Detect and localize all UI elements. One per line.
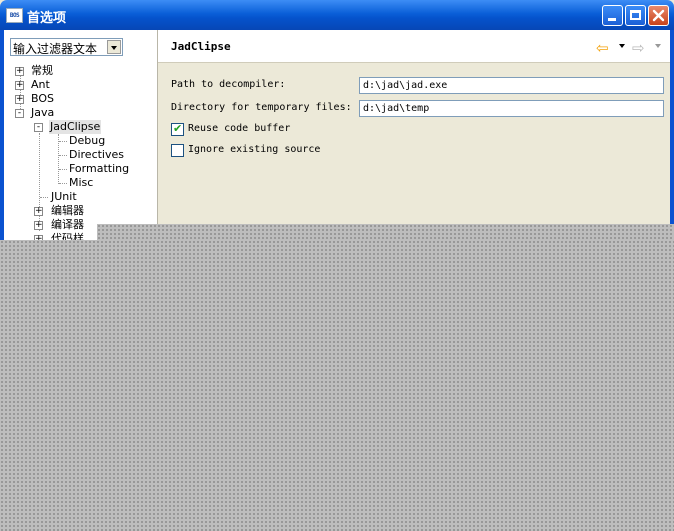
close-icon (652, 9, 665, 22)
tree-item-label: 编辑器 (51, 204, 84, 217)
window-title: 首选项 (27, 11, 67, 26)
back-arrow-icon[interactable]: ⇦ (596, 39, 609, 57)
tree-line (59, 141, 67, 142)
maximize-button[interactable] (625, 5, 646, 26)
tree-item-label: 常规 (31, 64, 53, 77)
collapse-icon[interactable]: - (15, 109, 24, 118)
tree-item-label: JadClipse (49, 120, 102, 134)
checkmark-icon: ✔ (173, 122, 183, 135)
forward-history-dropdown[interactable] (655, 44, 661, 48)
temp-dir-input[interactable]: d:\jad\temp (359, 100, 664, 117)
tree-line (59, 183, 67, 184)
tree-line (40, 197, 48, 198)
expand-icon[interactable]: + (15, 95, 24, 104)
unrendered-area (0, 240, 674, 531)
tree-item-label: BOS (31, 92, 54, 105)
chevron-down-icon (111, 46, 117, 50)
tree-line (59, 169, 67, 170)
tree-item-label: Formatting (69, 162, 130, 175)
tree-item-label: Misc (69, 176, 94, 189)
tree-item-label: Java (31, 106, 55, 119)
minimize-button[interactable] (602, 5, 623, 26)
tree-item-label: Ant (31, 78, 50, 91)
tree-item-label: Directives (69, 148, 124, 161)
temp-dir-label: Directory for temporary files: (171, 102, 352, 113)
forward-arrow-icon[interactable]: ⇨ (632, 39, 645, 57)
tree-item-label: JUnit (51, 190, 77, 203)
back-history-dropdown[interactable] (619, 44, 625, 48)
decompiler-path-label: Path to decompiler: (171, 79, 286, 90)
expand-icon[interactable]: + (34, 221, 43, 230)
close-button[interactable] (648, 5, 669, 26)
ignore-existing-source-label: Ignore existing source (188, 144, 321, 155)
ignore-existing-source-checkbox[interactable] (171, 144, 184, 157)
expand-icon[interactable]: + (15, 81, 24, 90)
tree-item-label: Debug (69, 134, 106, 147)
title-bar[interactable]: BOS 首选项 (0, 0, 674, 30)
expand-icon[interactable]: + (15, 67, 24, 76)
tree-item-label: 编译器 (51, 218, 84, 231)
window-border-right (670, 30, 674, 240)
app-icon: BOS (6, 8, 23, 23)
page-title: JadClipse (171, 40, 231, 53)
tree-line (59, 155, 67, 156)
collapse-icon[interactable]: - (34, 123, 43, 132)
decompiler-path-input[interactable]: d:\jad\jad.exe (359, 77, 664, 94)
expand-icon[interactable]: + (34, 207, 43, 216)
filter-text: 输入过滤器文本 (13, 42, 98, 56)
tree-line (39, 133, 40, 231)
reuse-code-buffer-checkbox[interactable]: ✔ (171, 122, 184, 136)
reuse-code-buffer-label: Reuse code buffer (188, 123, 291, 134)
page-header (158, 30, 670, 63)
unrendered-area (97, 224, 674, 240)
filter-input[interactable]: 输入过滤器文本 (10, 38, 123, 56)
filter-dropdown-button[interactable] (107, 40, 121, 54)
